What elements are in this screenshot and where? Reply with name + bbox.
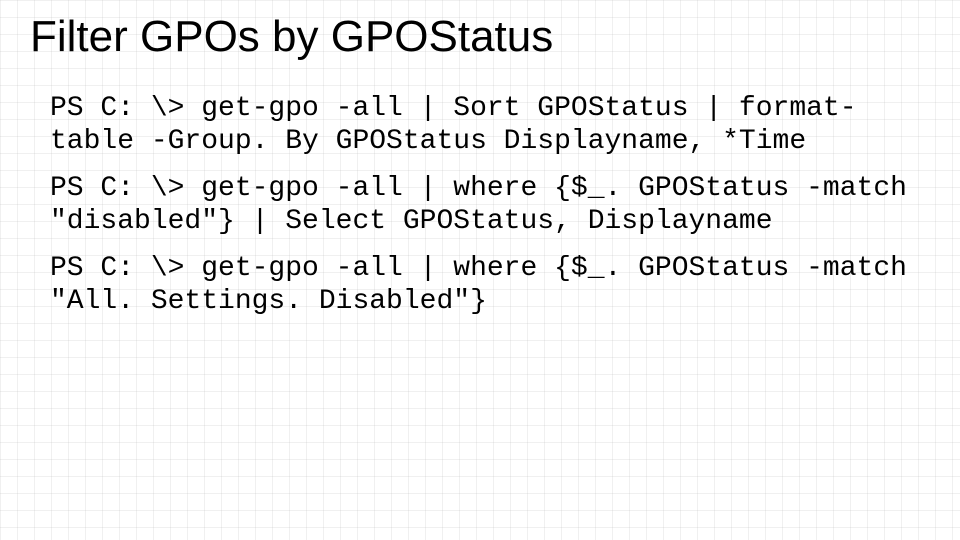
slide: Filter GPOs by GPOStatus PS C: \> get-gp… [0, 0, 960, 540]
slide-content: PS C: \> get-gpo -all | Sort GPOStatus |… [30, 92, 932, 318]
code-line-2: PS C: \> get-gpo -all | where {$_. GPOSt… [50, 172, 930, 238]
code-line-1: PS C: \> get-gpo -all | Sort GPOStatus |… [50, 92, 930, 158]
slide-title: Filter GPOs by GPOStatus [30, 12, 932, 62]
code-line-3: PS C: \> get-gpo -all | where {$_. GPOSt… [50, 252, 930, 318]
